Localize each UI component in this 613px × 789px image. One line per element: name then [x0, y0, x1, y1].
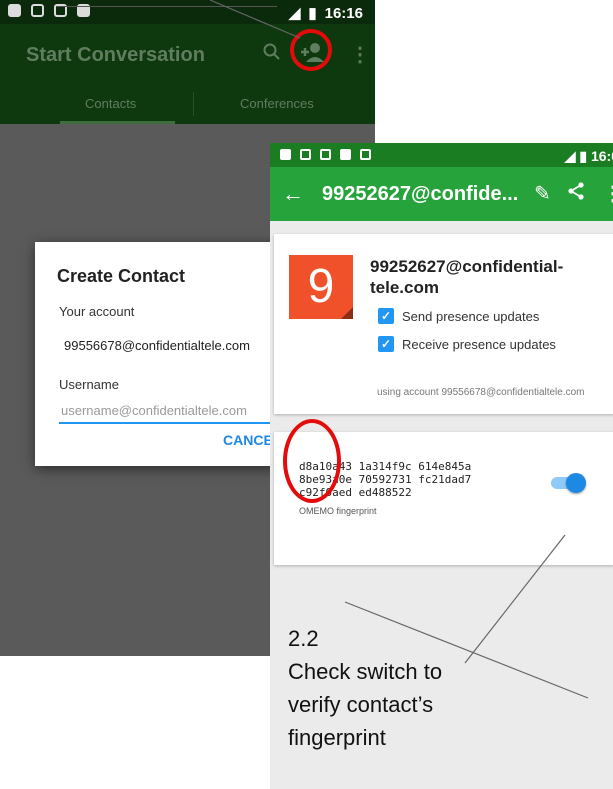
image-icon: [300, 149, 311, 160]
avatar: 9: [289, 255, 353, 319]
battery-icon: ▮: [308, 5, 317, 22]
username-input[interactable]: [59, 398, 271, 424]
back-arrow-icon[interactable]: ←: [282, 181, 304, 207]
notification-icon: [8, 4, 21, 17]
signal-icon: ◢: [288, 5, 301, 22]
tab-divider: [193, 92, 194, 116]
send-presence-label: Send presence updates: [402, 308, 540, 324]
switch-thumb: [566, 473, 586, 493]
status-bar: ◢ ▮ 16:0: [270, 143, 613, 167]
checkbox-checked-icon[interactable]: ✓: [378, 308, 394, 324]
status-time: 16:16: [324, 4, 363, 22]
toolbar-title: Start Conversation: [26, 44, 205, 66]
call-icon: [320, 149, 331, 160]
fingerprint-label: OMEMO fingerprint: [299, 506, 377, 516]
search-icon[interactable]: [262, 42, 282, 62]
signal-icon: ◢ ▮: [564, 148, 591, 164]
annotation-step: 2.2: [288, 626, 319, 651]
account-value[interactable]: 99556678@confidentialtele.com: [64, 338, 250, 353]
toolbar: ← 99252627@confide... ✎ ⋮: [270, 167, 613, 221]
receive-presence-label: Receive presence updates: [402, 336, 556, 352]
overflow-menu-icon[interactable]: ⋮: [603, 181, 613, 206]
avatar-letter: 9: [307, 260, 335, 313]
using-account-text: using account 99556678@confidentialtele.…: [377, 387, 585, 398]
send-presence-row[interactable]: ✓ Send presence updates: [378, 308, 539, 324]
verify-fingerprint-switch[interactable]: [549, 473, 587, 493]
edit-pencil-icon[interactable]: ✎: [534, 181, 551, 206]
tab-indicator: [60, 121, 175, 124]
highlight-circle: [290, 29, 332, 71]
call-icon: [31, 4, 44, 17]
annotation-line: fingerprint: [288, 725, 386, 750]
status-time: 16:0: [590, 148, 613, 164]
contact-jid: 99252627@confidential-tele.com: [370, 257, 564, 297]
notification-icon: [280, 149, 291, 160]
tab-conferences[interactable]: Conferences: [240, 96, 314, 111]
shield-icon: [360, 149, 371, 160]
share-icon[interactable]: [566, 181, 586, 207]
highlight-circle: [283, 419, 341, 503]
avatar-fold: [341, 307, 353, 319]
annotation-line: Check switch to: [288, 659, 443, 684]
tab-contacts[interactable]: Contacts: [85, 96, 136, 111]
tab-bar: Contacts Conferences: [0, 84, 375, 124]
contact-card: 9 99252627@confidential-tele.com ✓ Send …: [274, 234, 613, 414]
toolbar-title: 99252627@confide...: [322, 183, 519, 205]
annotation-text: 2.2 Check switch to verify contact’s fin…: [288, 622, 588, 754]
overflow-menu-icon[interactable]: ⋮: [350, 42, 370, 67]
app-icon: [340, 149, 351, 160]
dialog-title: Create Contact: [57, 266, 186, 286]
username-label: Username: [59, 377, 119, 392]
checkbox-checked-icon[interactable]: ✓: [378, 336, 394, 352]
status-bar: ◢ ▮ 16:16: [0, 0, 375, 24]
receive-presence-row[interactable]: ✓ Receive presence updates: [378, 336, 556, 352]
callout-rule: [57, 6, 277, 7]
annotation-line: verify contact’s: [288, 692, 434, 717]
account-label: Your account: [59, 304, 135, 319]
